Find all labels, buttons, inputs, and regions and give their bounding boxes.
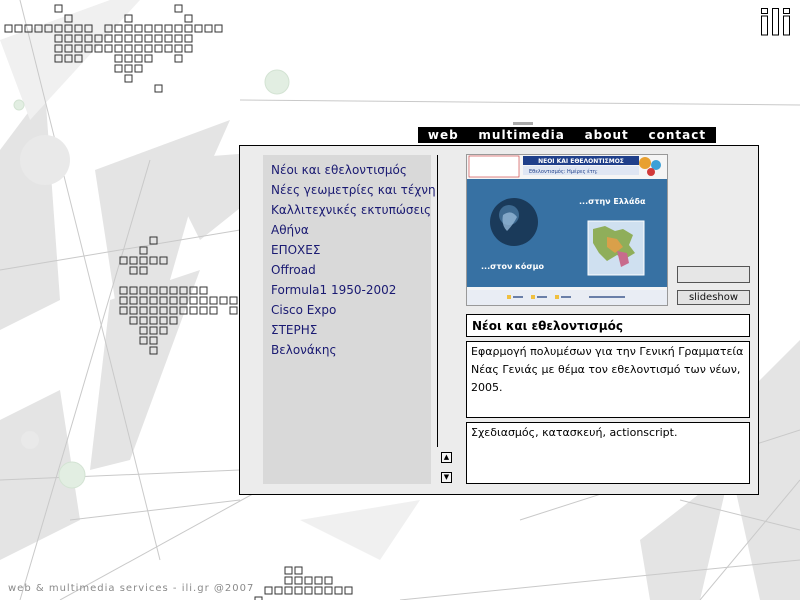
preview-banner: ΝΕΟΙ ΚΑΙ ΕΘΕΛΟΝΤΙΣΜΟΣ	[538, 158, 624, 165]
menu-item[interactable]: Formula1 1950-2002	[271, 280, 431, 300]
scroll-up-button[interactable]: ▲	[441, 452, 452, 463]
footer-text: web & multimedia services - ili.gr @2007	[8, 583, 255, 594]
nav-indicator	[513, 122, 533, 125]
menu-item[interactable]: Νέοι και εθελοντισμός	[271, 160, 431, 180]
nav-multimedia[interactable]: multimedia	[478, 128, 564, 142]
project-credits: Σχεδιασμός, κατασκευή, actionscript.	[466, 422, 750, 484]
menu-item[interactable]: ΕΠΟΧΕΣ	[271, 240, 431, 260]
preview-caption-greece: ...στην Ελλάδα	[579, 197, 646, 206]
menu-divider	[437, 155, 438, 447]
nav-contact[interactable]: contact	[649, 128, 707, 142]
preview-caption-world: ...στον κόσμο	[481, 261, 544, 271]
top-nav: web multimedia about contact	[418, 127, 716, 143]
menu-item[interactable]: Βελονάκης	[271, 340, 431, 360]
menu-item[interactable]: Cisco Expo	[271, 300, 431, 320]
nav-web[interactable]: web	[428, 128, 459, 142]
preview-subtitle: Εθελοντισμός: Ημέρες έτη;	[529, 168, 598, 175]
menu-item[interactable]: Καλλιτεχνικές εκτυπώσεις	[271, 200, 431, 220]
menu-item[interactable]: Αθήνα	[271, 220, 431, 240]
nav-about[interactable]: about	[585, 128, 629, 142]
project-preview-image[interactable]: ΝΕΟΙ ΚΑΙ ΕΘΕΛΟΝΤΙΣΜΟΣ Εθελοντισμός: Ημέρ…	[466, 154, 668, 306]
menu-item[interactable]: Νέες γεωμετρίες και τέχνη	[271, 180, 436, 200]
ili-logo	[761, 8, 790, 36]
slideshow-button[interactable]: slideshow	[677, 290, 750, 305]
project-menu: Νέοι και εθελοντισμός Νέες γεωμετρίες κα…	[263, 155, 436, 484]
project-title: Νέοι και εθελοντισμός	[466, 314, 750, 337]
menu-item[interactable]: ΣΤΕΡΗΣ	[271, 320, 431, 340]
menu-item[interactable]: Offroad	[271, 260, 431, 280]
scroll-down-button[interactable]: ▼	[441, 472, 452, 483]
project-description: Εφαρμογή πολυμέσων για την Γενική Γραμμα…	[466, 341, 750, 418]
image-counter-box	[677, 266, 750, 283]
